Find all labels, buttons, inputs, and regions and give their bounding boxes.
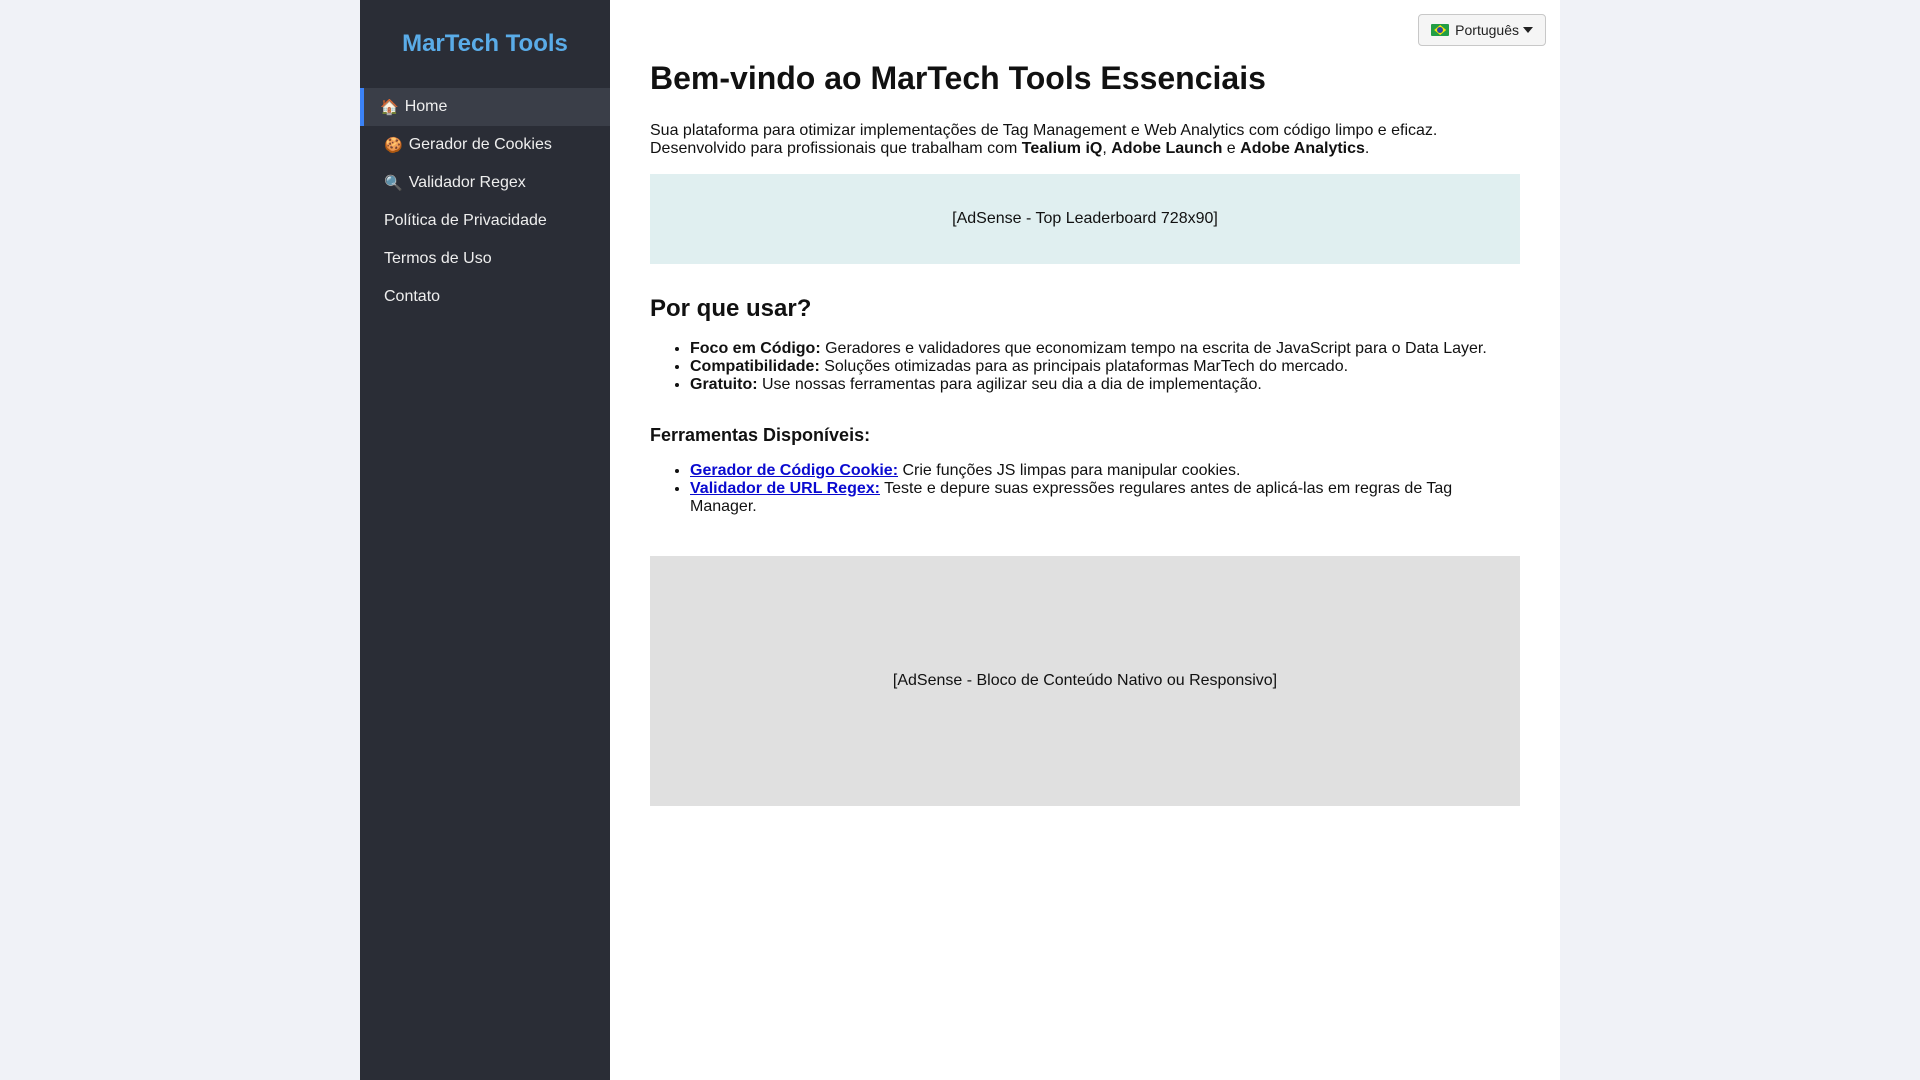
list-item: Foco em Código: Geradores e validadores … [690, 340, 1520, 358]
sidebar-item-contact[interactable]: Contato [360, 278, 610, 316]
app-shell: MarTech Tools 🏠 Home 🍪 Gerador de Cookie… [360, 0, 1560, 1080]
list-item-text: Use nossas ferramentas para agilizar seu… [757, 376, 1262, 393]
intro-text: Sua plataforma para otimizar implementaç… [650, 122, 1520, 158]
magnifier-icon: 🔍 [384, 175, 403, 192]
list-item: Gerador de Código Cookie: Crie funções J… [690, 462, 1520, 480]
sidebar-item-label: Contato [384, 288, 441, 305]
sidebar: MarTech Tools 🏠 Home 🍪 Gerador de Cookie… [360, 0, 610, 1080]
sidebar-item-privacy-policy[interactable]: Política de Privacidade [360, 202, 610, 240]
brand-logo[interactable]: MarTech Tools [360, 0, 610, 88]
separator: e [1222, 140, 1241, 157]
list-item-text: Soluções otimizadas para as principais p… [819, 358, 1349, 375]
tools-heading: Ferramentas Disponíveis: [650, 425, 871, 445]
sidebar-item-regex-validator[interactable]: 🔍 Validador Regex [360, 164, 610, 202]
platform-adobe-launch: Adobe Launch [1111, 140, 1223, 157]
list-item-label: Compatibilidade: [690, 358, 820, 375]
period: . [1364, 140, 1370, 157]
list-item-text: Crie funções JS limpas para manipular co… [898, 462, 1241, 479]
tools-list: Gerador de Código Cookie: Crie funções J… [650, 462, 1520, 516]
content-body: Bem-vindo ao MarTech Tools Essenciais Su… [650, 56, 1520, 806]
list-item-text: Geradores e validadores que economizam t… [820, 340, 1487, 357]
list-item: Validador de URL Regex: Teste e depure s… [690, 480, 1520, 516]
regex-validator-link[interactable]: Validador de URL Regex: [690, 480, 880, 497]
main-content: Português Bem-vindo ao MarTech Tools Ess… [610, 0, 1560, 1080]
sidebar-item-label: Gerador de Cookies [408, 136, 552, 153]
platform-adobe-analytics: Adobe Analytics [1240, 140, 1365, 157]
caret-down-icon [1523, 27, 1533, 33]
intro-line-1: Sua plataforma para otimizar implementaç… [650, 122, 1438, 139]
sidebar-item-label: Termos de Uso [384, 250, 492, 267]
brazil-flag-icon [1431, 24, 1450, 36]
language-label: Português [1455, 22, 1519, 38]
ad-top-label: [AdSense - Top Leaderboard 728x90] [952, 210, 1218, 227]
sidebar-item-label: Validador Regex [408, 174, 526, 191]
language-selector[interactable]: Português [1418, 14, 1546, 46]
separator: , [1102, 140, 1112, 157]
cookie-generator-link[interactable]: Gerador de Código Cookie: [690, 462, 898, 479]
sidebar-item-cookie-generator[interactable]: 🍪 Gerador de Cookies [360, 126, 610, 164]
ad-block-label: [AdSense - Bloco de Conteúdo Nativo ou R… [892, 672, 1278, 689]
sidebar-item-label: Home [404, 98, 448, 115]
ad-top-leaderboard: [AdSense - Top Leaderboard 728x90] [650, 174, 1520, 264]
ad-native-block: [AdSense - Bloco de Conteúdo Nativo ou R… [650, 556, 1520, 806]
sidebar-item-terms[interactable]: Termos de Uso [360, 240, 610, 278]
why-list: Foco em Código: Geradores e validadores … [650, 340, 1520, 394]
list-item-label: Foco em Código: [690, 340, 821, 357]
cookie-icon: 🍪 [384, 137, 403, 154]
list-item-label: Gratuito: [690, 376, 758, 393]
platform-tealium: Tealium iQ [1021, 140, 1103, 157]
why-heading: Por que usar? [650, 295, 812, 322]
sidebar-item-home[interactable]: 🏠 Home [360, 88, 610, 126]
page-title: Bem-vindo ao MarTech Tools Essenciais [650, 60, 1266, 96]
list-item: Gratuito: Use nossas ferramentas para ag… [690, 376, 1520, 394]
intro-line-2-prefix: Desenvolvido para profissionais que trab… [650, 140, 1022, 157]
home-icon: 🏠 [380, 99, 399, 116]
list-item: Compatibilidade: Soluções otimizadas par… [690, 358, 1520, 376]
sidebar-item-label: Política de Privacidade [384, 212, 547, 229]
